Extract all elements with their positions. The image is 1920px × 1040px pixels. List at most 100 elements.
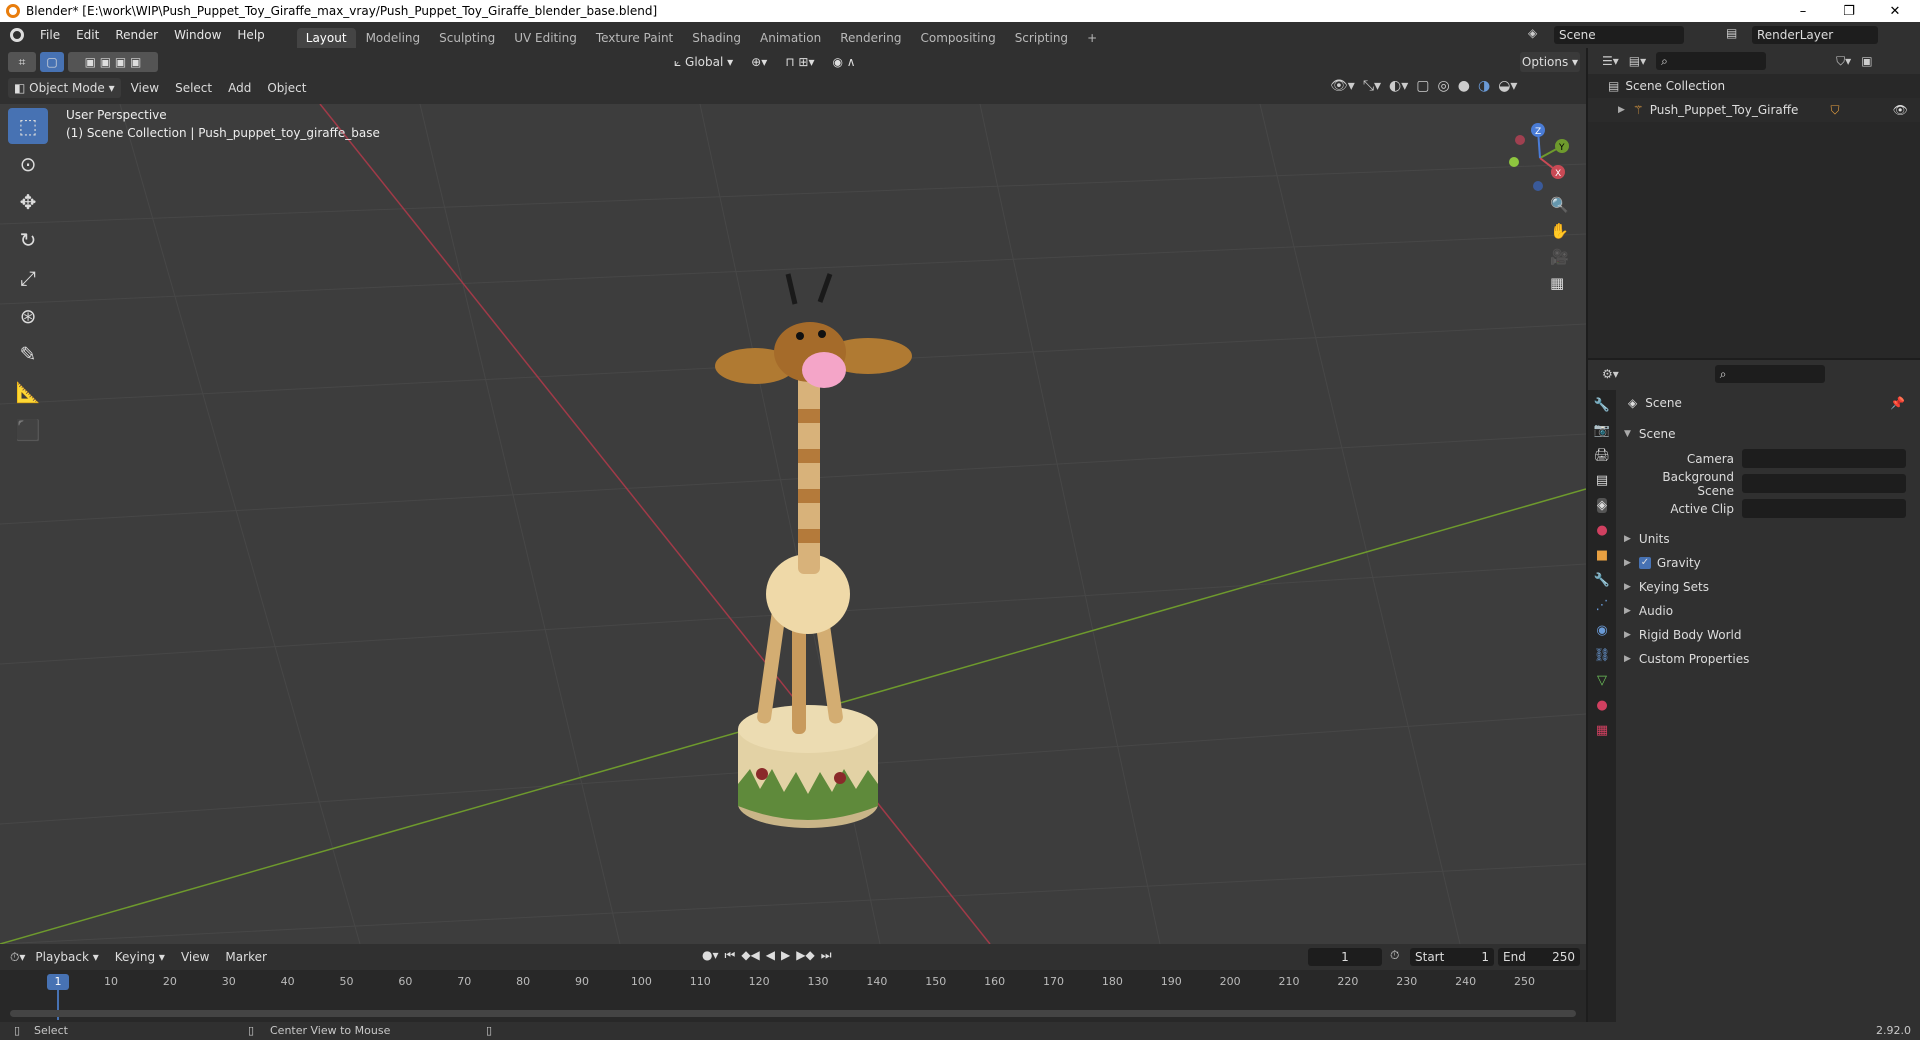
outliner-editor-icon[interactable]: ☰▾ <box>1602 54 1619 68</box>
minimize-button[interactable]: – <box>1780 0 1826 22</box>
measure-tool-icon[interactable]: 📐 <box>8 374 48 410</box>
snap-icon[interactable]: ⊓ ⊞▾ <box>779 52 820 72</box>
menu-help[interactable]: Help <box>229 28 272 42</box>
overlay-toggle-icon[interactable]: ◐▾ <box>1389 78 1408 94</box>
play-reverse-icon[interactable]: ◀ <box>766 948 775 963</box>
timeline-area[interactable]: 1102030405060708090100110120130140150160… <box>0 970 1586 1022</box>
outliner-row-giraffe[interactable]: ▶ ⚚ Push_Puppet_Toy_Giraffe ⛉ 👁 <box>1588 98 1920 122</box>
gravity-panel[interactable]: ▶ ✓ Gravity <box>1624 551 1914 575</box>
menu-window[interactable]: Window <box>166 28 229 42</box>
tab-animation[interactable]: Animation <box>751 28 830 48</box>
menu-timeline-view[interactable]: View <box>175 947 215 967</box>
camera-view-icon[interactable]: 🎥 <box>1550 248 1569 266</box>
display-mode-icon[interactable]: ▤▾ <box>1629 54 1646 68</box>
background-scene-field[interactable] <box>1742 474 1906 493</box>
scale-tool-icon[interactable]: ⤢ <box>8 260 48 296</box>
scene-tab-icon[interactable]: ◈ <box>1597 498 1607 513</box>
close-button[interactable]: ✕ <box>1872 0 1918 22</box>
selection-mode-icons[interactable]: ▣ ▣ ▣ ▣ <box>68 52 158 72</box>
transform-orientation-dropdown[interactable]: ⟀ Global ▾ <box>668 52 739 72</box>
menu-playback[interactable]: Playback ▾ <box>29 947 104 967</box>
shading-rendered-icon[interactable]: ◒▾ <box>1498 78 1517 94</box>
particles-tab-icon[interactable]: ⋰ <box>1596 598 1609 613</box>
options-dropdown[interactable]: Options ▾ <box>1520 52 1580 72</box>
tab-uv-editing[interactable]: UV Editing <box>505 28 586 48</box>
xray-icon[interactable]: ▢ <box>1416 78 1429 94</box>
rotate-tool-icon[interactable]: ↻ <box>8 222 48 258</box>
scene-name-field[interactable]: Scene <box>1554 26 1684 44</box>
custom-properties-panel[interactable]: ▶ Custom Properties <box>1624 647 1914 671</box>
object-tab-icon[interactable]: ■ <box>1596 548 1608 563</box>
tab-layout[interactable]: Layout <box>296 28 356 48</box>
pivot-icon[interactable]: ⊕▾ <box>745 52 773 72</box>
menu-file[interactable]: File <box>32 28 68 42</box>
proportional-edit-icon[interactable]: ◉ ∧ <box>826 52 861 72</box>
pan-hand-icon[interactable]: ✋ <box>1550 222 1569 240</box>
navigation-gizmo[interactable]: Y X Z <box>1500 118 1580 198</box>
3d-viewport[interactable]: User Perspective (1) Scene Collection | … <box>0 104 1586 944</box>
pin-icon[interactable]: 📌 <box>1890 396 1905 410</box>
shading-wireframe-icon[interactable]: ◎ <box>1438 78 1450 94</box>
view-layer-icon[interactable]: ▤ <box>1726 26 1737 40</box>
new-collection-icon[interactable]: ▣ <box>1861 54 1872 68</box>
gizmo-toggle-icon[interactable]: ⤡▾ <box>1363 78 1381 94</box>
outliner-row-scene-collection[interactable]: ▤ Scene Collection <box>1588 74 1920 98</box>
menu-object[interactable]: Object <box>261 78 312 98</box>
output-tab-icon[interactable]: 🖨 <box>1594 448 1611 463</box>
ortho-grid-icon[interactable]: ▦ <box>1550 274 1569 292</box>
playhead[interactable]: 1 <box>47 974 69 990</box>
tool-tab-icon[interactable]: 🔧 <box>1594 398 1610 413</box>
shading-solid-icon[interactable]: ● <box>1458 78 1470 94</box>
giraffe-model[interactable] <box>700 184 930 864</box>
audio-panel[interactable]: ▶ Audio <box>1624 599 1914 623</box>
view-layer-field[interactable]: RenderLayer <box>1752 26 1878 44</box>
add-cube-tool-icon[interactable]: ⬛ <box>8 412 48 448</box>
tab-compositing[interactable]: Compositing <box>911 28 1004 48</box>
preview-range-icon[interactable]: ⏱ <box>1390 948 1399 963</box>
tab-shading[interactable]: Shading <box>683 28 750 48</box>
view-layer-tab-icon[interactable]: ▤ <box>1596 473 1608 488</box>
editor-type-icon[interactable]: ⌗ <box>8 52 36 72</box>
jump-start-icon[interactable]: ⏮ <box>725 948 736 963</box>
visibility-eye-icon[interactable]: 👁 <box>1893 103 1908 117</box>
blender-menu-icon[interactable] <box>10 28 24 42</box>
record-icon[interactable]: ●▾ <box>702 948 719 963</box>
add-workspace-button[interactable]: + <box>1078 28 1106 48</box>
constraints-tab-icon[interactable]: ⛓ <box>1594 648 1611 663</box>
tab-sculpting[interactable]: Sculpting <box>430 28 504 48</box>
tab-texture-paint[interactable]: Texture Paint <box>587 28 682 48</box>
object-mode-dropdown[interactable]: ◧ Object Mode ▾ <box>8 78 121 98</box>
menu-keying[interactable]: Keying ▾ <box>109 947 171 967</box>
menu-view[interactable]: View <box>125 78 165 98</box>
menu-marker[interactable]: Marker <box>219 947 272 967</box>
timeline-editor-icon[interactable]: ⏱▾ <box>10 950 25 965</box>
end-frame-field[interactable]: End 250 <box>1498 948 1580 966</box>
cursor-tool-icon[interactable]: ⊙ <box>8 146 48 182</box>
visibility-icon[interactable]: 👁▾ <box>1330 78 1355 94</box>
zoom-icon[interactable]: 🔍 <box>1550 196 1569 214</box>
prev-keyframe-icon[interactable]: ◆◀ <box>741 948 759 963</box>
properties-editor-icon[interactable]: ⚙▾ <box>1602 367 1619 381</box>
menu-edit[interactable]: Edit <box>68 28 107 42</box>
keying-sets-panel[interactable]: ▶ Keying Sets <box>1624 575 1914 599</box>
outliner-search-input[interactable]: ⌕ <box>1656 52 1767 70</box>
annotate-tool-icon[interactable]: ✎ <box>8 336 48 372</box>
select-box-icon[interactable]: ▢ <box>40 52 64 72</box>
physics-tab-icon[interactable]: ◉ <box>1596 623 1607 638</box>
filter-icon[interactable]: ⛉▾ <box>1836 54 1851 69</box>
next-keyframe-icon[interactable]: ▶◆ <box>796 948 814 963</box>
rigid-body-world-panel[interactable]: ▶ Rigid Body World <box>1624 623 1914 647</box>
render-tab-icon[interactable]: 📷 <box>1594 423 1610 438</box>
active-clip-field[interactable] <box>1742 499 1906 518</box>
timeline-scrollbar[interactable] <box>10 1010 1576 1017</box>
gravity-checkbox[interactable]: ✓ <box>1638 557 1651 569</box>
modifier-tab-icon[interactable]: 🔧 <box>1594 573 1610 588</box>
menu-select[interactable]: Select <box>169 78 218 98</box>
data-tab-icon[interactable]: ▽ <box>1597 673 1607 688</box>
texture-tab-icon[interactable]: ▦ <box>1596 723 1608 738</box>
material-tab-icon[interactable]: ● <box>1596 698 1607 713</box>
menu-add[interactable]: Add <box>222 78 257 98</box>
scene-browse-icon[interactable]: ◈ <box>1528 26 1546 44</box>
menu-render[interactable]: Render <box>107 28 166 42</box>
tab-modeling[interactable]: Modeling <box>357 28 430 48</box>
